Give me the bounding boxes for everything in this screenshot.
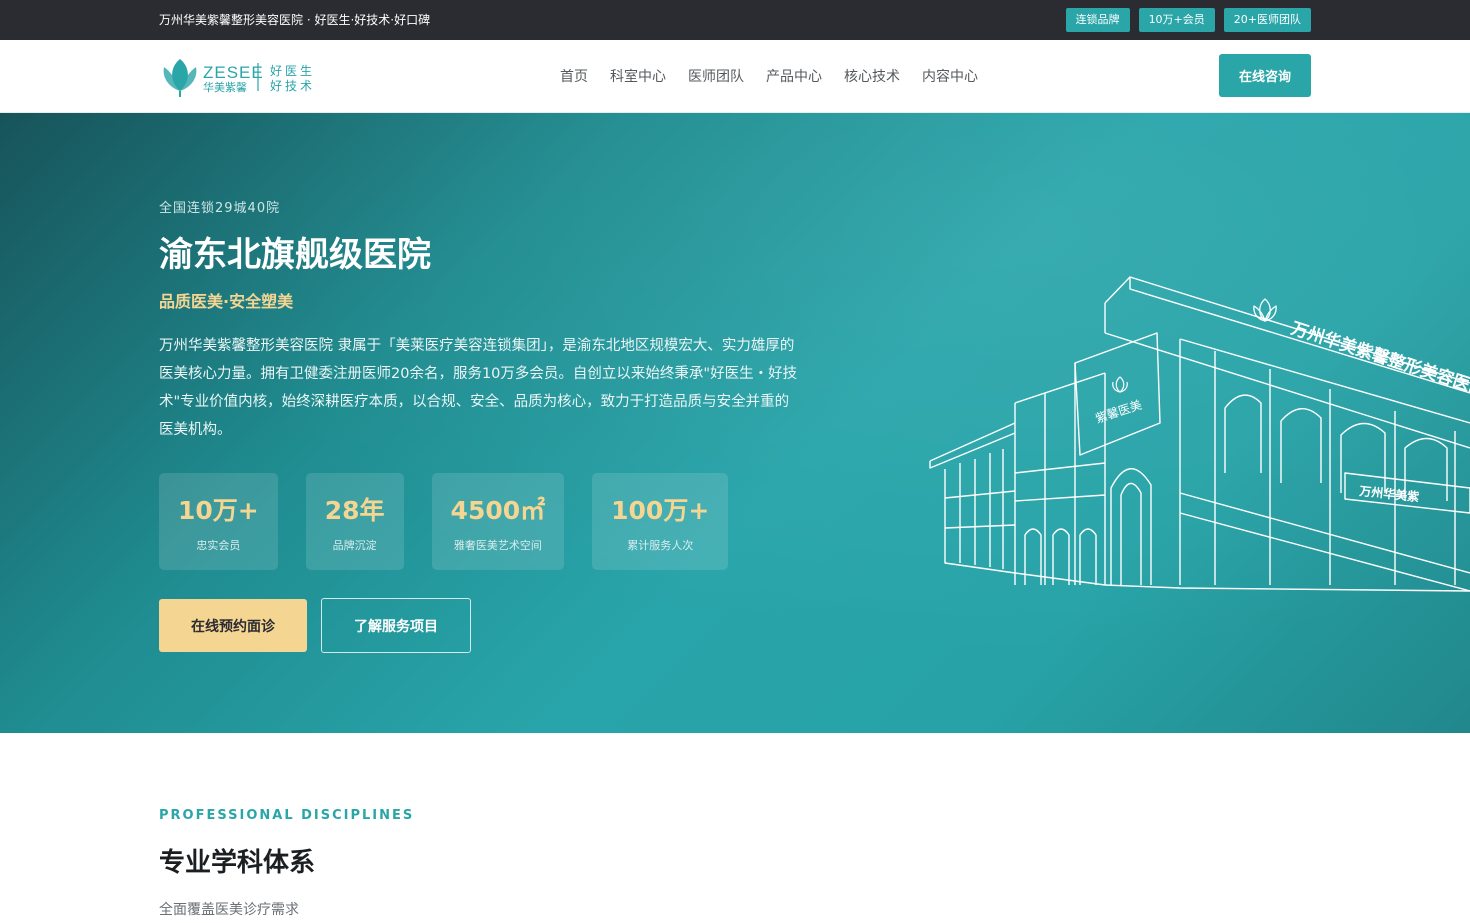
- stat-card-years: 28年 品牌沉淀: [305, 473, 404, 570]
- hospital-building-illustration: 万州华美紫馨整形美容医院 紫馨医美 万州华美紫: [929, 276, 1470, 592]
- stat-label: 雅奢医美艺术空间: [453, 538, 542, 552]
- section-kicker: PROFESSIONAL DISCIPLINES: [159, 808, 415, 823]
- building-sign-small: 紫馨医美: [1093, 397, 1143, 426]
- logo-motto-line1: 好医生: [270, 64, 315, 78]
- stat-label: 忠实会员: [196, 538, 241, 552]
- logo-brand-en: ZESEE: [203, 63, 264, 82]
- logo-brand-cn: 华美紫馨: [203, 80, 247, 94]
- nav-item-technology[interactable]: 核心技术: [844, 66, 900, 86]
- nav-item-products[interactable]: 产品中心: [766, 66, 822, 86]
- stat-value: 4500㎡: [450, 495, 546, 525]
- stat-label: 累计服务人次: [627, 538, 694, 552]
- section-title: 专业学科体系: [159, 848, 316, 878]
- building-sign-main: 万州华美紫馨整形美容医院: [1288, 317, 1470, 400]
- nav-item-content[interactable]: 内容中心: [922, 66, 978, 86]
- view-services-button[interactable]: 了解服务项目: [321, 598, 471, 653]
- nav-item-departments[interactable]: 科室中心: [610, 66, 666, 86]
- nav-menu: 首页 科室中心 医师团队 产品中心 核心技术 内容中心: [560, 66, 978, 86]
- logo-motto-line2: 好技术: [270, 79, 315, 93]
- hero-section: 全国连锁29城40院 渝东北旗舰级医院 品质医美·安全塑美 万州华美紫馨整形美容…: [0, 113, 1470, 733]
- stat-value: 28年: [324, 495, 385, 525]
- stats-row: 10万+ 忠实会员 28年 品牌沉淀 4500㎡ 雅奢医美艺术空间 100万+ …: [159, 473, 729, 570]
- nav-item-doctors[interactable]: 医师团队: [688, 66, 744, 86]
- badge-doctor-team: 20+医师团队: [1223, 8, 1311, 32]
- section-subtitle: 全面覆盖医美诊疗需求: [159, 902, 299, 918]
- book-consultation-button[interactable]: 在线预约面诊: [159, 599, 307, 652]
- badge-members: 10万+会员: [1138, 8, 1215, 32]
- topbar-tagline: 万州华美紫馨整形美容医院 · 好医生·好技术·好口碑: [159, 13, 431, 27]
- top-bar: 万州华美紫馨整形美容医院 · 好医生·好技术·好口碑 连锁品牌 10万+会员 2…: [0, 0, 1470, 40]
- nav-item-home[interactable]: 首页: [560, 66, 588, 86]
- building-lotus-icon: [1253, 298, 1277, 322]
- hero-title: 渝东北旗舰级医院: [159, 235, 431, 275]
- topbar-badges: 连锁品牌 10万+会员 20+医师团队: [1065, 8, 1311, 32]
- online-consult-button[interactable]: 在线咨询: [1219, 54, 1311, 97]
- stat-label: 品牌沉淀: [332, 538, 377, 552]
- hero-kicker: 全国连锁29城40院: [159, 201, 281, 216]
- brand-logo[interactable]: ZESEE 华美紫馨 好医生 好技术: [160, 53, 320, 101]
- hero-description: 万州华美紫馨整形美容医院 隶属于「美莱医疗美容连锁集团」，是渝东北地区规模宏大、…: [159, 338, 798, 438]
- stat-value: 10万+: [178, 495, 259, 525]
- stat-card-space: 4500㎡ 雅奢医美艺术空间: [431, 473, 565, 570]
- stat-card-members: 10万+ 忠实会员: [159, 473, 278, 570]
- main-navbar: ZESEE 华美紫馨 好医生 好技术 首页 科室中心 医师团队 产品中心 核心技…: [0, 40, 1470, 113]
- hero-slogan: 品质医美·安全塑美: [159, 292, 294, 311]
- lotus-icon: [163, 59, 197, 97]
- badge-chain-brand: 连锁品牌: [1065, 8, 1130, 32]
- stat-value: 100万+: [611, 495, 710, 525]
- stat-card-visits: 100万+ 累计服务人次: [592, 473, 729, 570]
